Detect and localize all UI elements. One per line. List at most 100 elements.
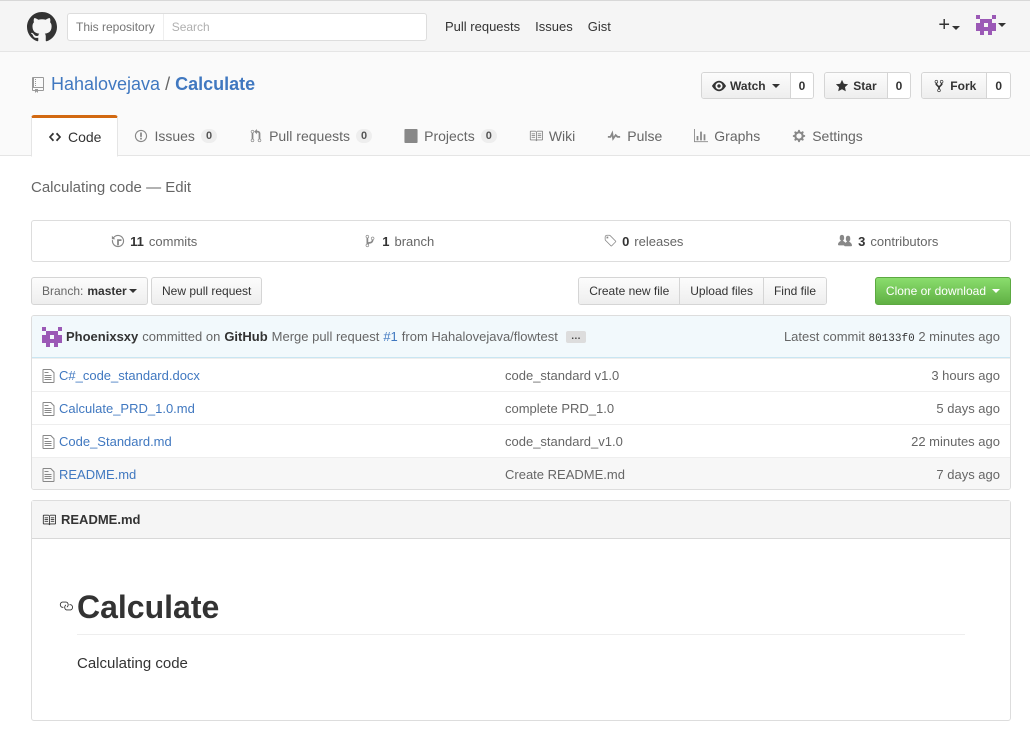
- repo-icon: [32, 76, 44, 93]
- tab-issues[interactable]: Issues 0: [118, 115, 233, 156]
- book-icon: [529, 130, 543, 141]
- projects-counter: 0: [480, 128, 497, 143]
- file-commit-message[interactable]: complete PRD_1.0: [505, 401, 614, 416]
- project-icon: [404, 128, 418, 143]
- star-icon: [836, 79, 849, 91]
- book-icon: [42, 514, 56, 525]
- repo-header: Hahalovejava / Calculate Watch 0 Star 0 …: [0, 52, 1030, 157]
- search-input[interactable]: Search: [164, 20, 210, 34]
- tab-wiki[interactable]: Wiki: [513, 115, 591, 156]
- file-name-link[interactable]: Calculate_PRD_1.0.md: [59, 401, 195, 416]
- readme-filename: README.md: [61, 512, 141, 527]
- file-name-link[interactable]: Code_Standard.md: [59, 434, 172, 449]
- latest-commit-label: Latest commit: [783, 328, 865, 344]
- commit-platform: GitHub: [224, 329, 268, 344]
- new-pull-request-button[interactable]: New pull request: [151, 277, 263, 305]
- repo-path-separator: /: [165, 74, 171, 94]
- watch-count[interactable]: 0: [789, 73, 814, 98]
- tab-label: Projects: [424, 127, 475, 144]
- caret-down-icon: [771, 83, 780, 88]
- create-new-file-button[interactable]: Create new file: [579, 278, 680, 304]
- star-count[interactable]: 0: [886, 73, 911, 98]
- nav-pull-requests[interactable]: Pull requests: [445, 19, 520, 34]
- file-age: 5 days ago: [936, 400, 1000, 416]
- fork-icon: [934, 79, 944, 92]
- expand-commit-button[interactable]: …: [565, 330, 586, 343]
- avatar: [976, 15, 996, 35]
- clone-or-download-button[interactable]: Clone or download: [874, 277, 1011, 305]
- commit-author-link[interactable]: Phoenixsxy: [66, 329, 138, 344]
- plus-icon: +: [938, 14, 950, 36]
- upload-files-button[interactable]: Upload files: [679, 278, 763, 304]
- file-age: 22 minutes ago: [911, 433, 1000, 449]
- table-row: C#_code_standard.docx code_standard v1.0…: [32, 358, 1010, 391]
- file-name-link[interactable]: C#_code_standard.docx: [59, 368, 200, 383]
- fork-count[interactable]: 0: [986, 73, 1010, 98]
- eye-icon: [712, 80, 727, 91]
- file-commit-message[interactable]: code_standard v1.0: [505, 368, 619, 383]
- commit-sha-link[interactable]: 80133f0: [868, 333, 914, 345]
- repo-description: Calculating code — Edit: [31, 179, 191, 196]
- link-icon[interactable]: [58, 599, 74, 613]
- find-file-button[interactable]: Find file: [762, 278, 826, 304]
- nav-issues[interactable]: Issues: [535, 19, 573, 34]
- tab-projects[interactable]: Projects 0: [388, 115, 513, 156]
- watch-button[interactable]: Watch: [702, 73, 790, 98]
- create-new-dropdown[interactable]: +: [938, 15, 960, 35]
- tab-code[interactable]: Code: [31, 115, 119, 157]
- commit-age: 2 minutes ago: [918, 328, 1000, 344]
- description-text: Calculating code: [31, 179, 142, 196]
- commits-link[interactable]: 11 commits: [32, 221, 277, 261]
- commits-label: commits: [148, 233, 198, 249]
- tab-label: Issues: [154, 127, 195, 144]
- contributors-label: contributors: [870, 233, 939, 249]
- file-actions-group: Create new file Upload files Find file: [578, 277, 827, 305]
- fork-button[interactable]: Fork: [922, 73, 987, 98]
- table-row: Code_Standard.md code_standard_v1.0 22 m…: [32, 424, 1010, 457]
- contributors-link[interactable]: 3 contributors: [766, 221, 1011, 261]
- code-icon: [48, 132, 62, 142]
- branch-select-button[interactable]: Branch: master: [31, 277, 148, 305]
- file-navigation: Branch: master New pull request Create n…: [31, 277, 1011, 305]
- clone-label: Clone or download: [885, 284, 986, 298]
- committed-text: committed on: [142, 329, 221, 344]
- edit-description-link[interactable]: Edit: [165, 179, 191, 196]
- search-box[interactable]: This repository Search: [67, 13, 427, 41]
- file-table: Phoenixsxy committed on GitHub Merge pul…: [31, 315, 1011, 490]
- releases-link[interactable]: 0 releases: [521, 221, 766, 261]
- tab-settings[interactable]: Settings: [776, 115, 879, 156]
- file-age: 7 days ago: [936, 466, 1000, 482]
- repo-owner-link[interactable]: Hahalovejava: [51, 74, 160, 95]
- user-menu-dropdown[interactable]: [976, 15, 1006, 35]
- tab-graphs[interactable]: Graphs: [678, 115, 776, 156]
- pull-requests-counter: 0: [356, 128, 373, 143]
- file-name-link[interactable]: README.md: [59, 467, 136, 482]
- file-commit-message[interactable]: Create README.md: [505, 467, 625, 482]
- site-header: This repository Search Pull requests Iss…: [0, 0, 1030, 52]
- file-icon: [42, 468, 55, 482]
- readme-panel: README.md Calculate Calculating code: [31, 500, 1011, 721]
- nav-gist[interactable]: Gist: [588, 19, 611, 34]
- tab-pulse[interactable]: Pulse: [591, 115, 678, 156]
- search-scope-label: This repository: [68, 14, 164, 40]
- commit-message-prefix[interactable]: Merge pull request: [272, 329, 380, 344]
- branch-icon: [365, 234, 375, 248]
- tab-pull-requests[interactable]: Pull requests 0: [233, 115, 388, 156]
- branches-link[interactable]: 1 branch: [277, 221, 522, 261]
- commit-pr-link[interactable]: #1: [383, 329, 397, 344]
- gear-icon: [793, 129, 806, 142]
- star-button[interactable]: Star: [825, 73, 887, 98]
- watch-label: Watch: [730, 78, 766, 93]
- github-logo-icon[interactable]: [27, 12, 57, 42]
- caret-down-icon: [128, 289, 137, 293]
- star-label: Star: [853, 78, 877, 93]
- repo-name-link[interactable]: Calculate: [175, 74, 255, 95]
- fork-group: Fork 0: [921, 72, 1011, 99]
- branch-label: branch: [394, 233, 435, 249]
- commit-message-suffix[interactable]: from Hahalovejava/flowtest: [402, 329, 558, 344]
- file-commit-message[interactable]: code_standard_v1.0: [505, 434, 623, 449]
- people-icon: [838, 234, 853, 247]
- repo-actions: Watch 0 Star 0 Fork 0: [701, 72, 1011, 99]
- avatar[interactable]: [42, 326, 62, 347]
- branch-count: 1: [382, 233, 390, 249]
